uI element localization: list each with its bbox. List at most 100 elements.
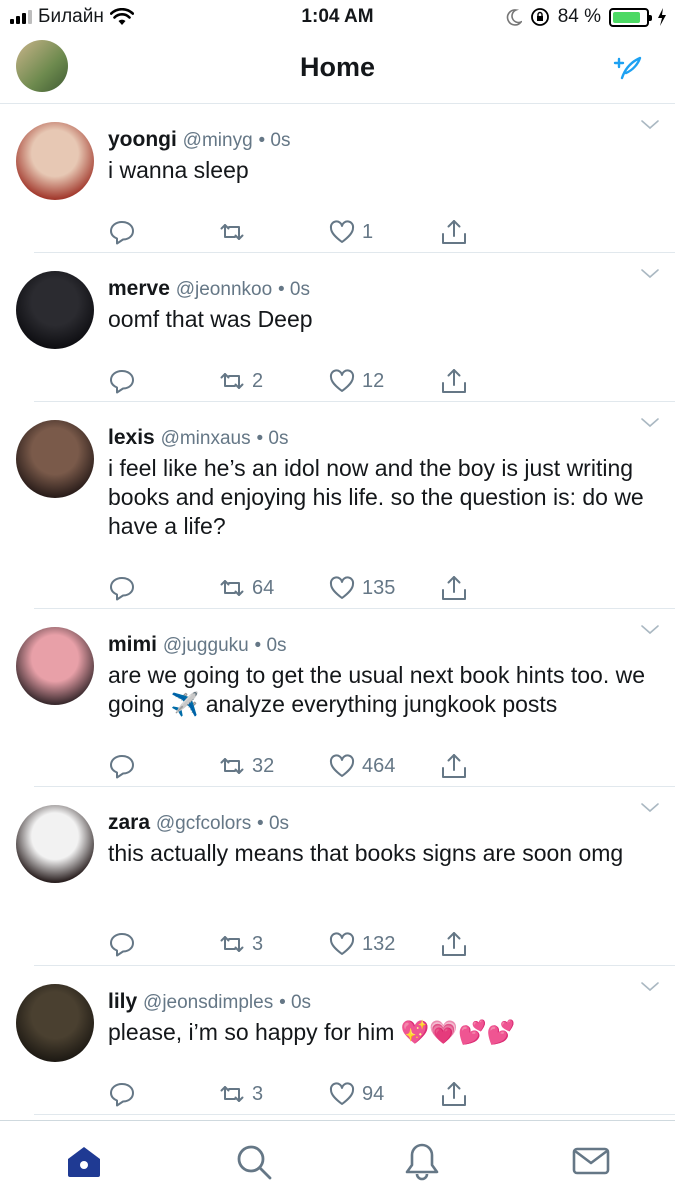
- tweet-author-handle[interactable]: @gcfcolors: [156, 813, 251, 834]
- retweet-button[interactable]: 3: [218, 930, 263, 958]
- retweet-icon: [220, 758, 244, 774]
- chevron-down-icon[interactable]: [641, 803, 659, 813]
- retweet-icon: [220, 936, 244, 952]
- tweet-author-name[interactable]: zara: [108, 811, 150, 834]
- notifications-icon[interactable]: [402, 1141, 442, 1181]
- reply-icon: [110, 370, 134, 394]
- tweet-card[interactable]: zara @gcfcolors • 0s this actually means …: [0, 787, 675, 966]
- chevron-down-icon[interactable]: [641, 418, 659, 428]
- like-count: 94: [362, 1082, 385, 1105]
- reply-button[interactable]: [108, 1080, 136, 1108]
- share-button[interactable]: [440, 367, 468, 395]
- tweet-author-handle[interactable]: @jeonsdimples: [143, 992, 273, 1013]
- share-icon: [442, 932, 466, 956]
- retweet-button[interactable]: 3: [218, 1080, 263, 1108]
- like-icon: [329, 576, 355, 599]
- tweet-avatar[interactable]: [16, 271, 94, 349]
- tweet-text: are we going to get the usual next book …: [108, 662, 646, 717]
- tweet-header: zara @gcfcolors • 0s: [108, 811, 289, 835]
- compose-icon[interactable]: [613, 52, 645, 84]
- tweet-actions: 2 12: [108, 367, 478, 397]
- tweet-author-handle[interactable]: @jugguku: [163, 635, 249, 656]
- tweet-timestamp: • 0s: [279, 992, 312, 1013]
- status-right: 84 %: [506, 6, 667, 28]
- like-button[interactable]: 464: [328, 752, 395, 780]
- reply-button[interactable]: [108, 218, 136, 246]
- chevron-down-icon[interactable]: [641, 120, 659, 130]
- tweet-timestamp: • 0s: [278, 279, 310, 300]
- tweet-author-name[interactable]: lexis: [108, 426, 155, 449]
- tweet-card[interactable]: mimi @jugguku • 0s are we going to get th…: [0, 609, 675, 787]
- home-icon[interactable]: [64, 1141, 104, 1181]
- like-icon: [329, 932, 355, 955]
- tweet-author-name[interactable]: lily: [108, 990, 137, 1013]
- retweet-count: 64: [252, 576, 275, 599]
- tweet-author-handle[interactable]: @minxaus: [161, 428, 251, 449]
- chevron-down-icon[interactable]: [641, 982, 659, 992]
- page-title: Home: [299, 52, 375, 82]
- retweet-button[interactable]: 32: [218, 752, 274, 780]
- charging-icon: [658, 8, 666, 26]
- tweet-header: merve @jeonnkoo • 0s: [108, 277, 310, 301]
- retweet-button[interactable]: 64: [218, 574, 274, 602]
- share-icon: [442, 754, 466, 778]
- tweet-actions: 3 132: [108, 930, 478, 960]
- tweet-card[interactable]: lily @jeonsdimples • 0s please, i’m so ha…: [0, 966, 675, 1115]
- tweet-card[interactable]: lexis @minxaus • 0s i feel like he’s an i…: [0, 402, 675, 609]
- like-count: 1: [362, 220, 374, 243]
- reply-button[interactable]: [108, 367, 136, 395]
- reply-button[interactable]: [108, 930, 136, 958]
- tweet-author-name[interactable]: merve: [108, 277, 170, 300]
- share-button[interactable]: [440, 752, 468, 780]
- retweet-icon: [220, 580, 244, 596]
- tweet-timestamp: • 0s: [258, 130, 291, 151]
- like-button[interactable]: 12: [328, 367, 384, 395]
- like-icon: [329, 220, 355, 243]
- reply-icon: [110, 1083, 134, 1107]
- like-button[interactable]: 94: [328, 1080, 384, 1108]
- battery-percent: 84 %: [557, 6, 601, 27]
- tweet-avatar[interactable]: [16, 984, 94, 1062]
- tweet-text: i feel like he’s an idol now and the boy…: [108, 455, 644, 539]
- like-icon: [329, 1082, 355, 1105]
- like-button[interactable]: 135: [328, 574, 395, 602]
- chevron-down-icon[interactable]: [641, 625, 659, 635]
- tweet-avatar[interactable]: [16, 122, 94, 200]
- chevron-down-icon[interactable]: [641, 269, 659, 279]
- share-icon: [442, 576, 466, 600]
- tweet-author-name[interactable]: yoongi: [108, 128, 177, 151]
- retweet-count: 32: [252, 754, 275, 777]
- retweet-count: 3: [252, 1082, 264, 1105]
- moon-icon: [506, 9, 522, 26]
- like-button[interactable]: 132: [328, 930, 395, 958]
- tweet-text: please, i’m so happy for him 💖💗💕💕: [108, 1019, 516, 1045]
- messages-icon[interactable]: [571, 1141, 611, 1181]
- search-icon[interactable]: [233, 1141, 273, 1181]
- share-button[interactable]: [440, 930, 468, 958]
- share-icon: [442, 220, 466, 244]
- retweet-icon: [220, 373, 244, 389]
- retweet-button[interactable]: [218, 218, 252, 246]
- share-icon: [442, 1082, 466, 1106]
- tweet-card[interactable]: merve @jeonnkoo • 0s oomf that was Deep 2 1…: [0, 253, 675, 402]
- retweet-count: 2: [252, 369, 264, 392]
- like-button[interactable]: 1: [328, 218, 373, 246]
- tweet-actions: 1: [108, 218, 478, 248]
- tweet-avatar[interactable]: [16, 805, 94, 883]
- reply-button[interactable]: [108, 752, 136, 780]
- share-button[interactable]: [440, 218, 468, 246]
- tweet-author-name[interactable]: mimi: [108, 633, 157, 656]
- bottom-tab-bar: [0, 1120, 675, 1200]
- tweet-timestamp: • 0s: [257, 813, 290, 834]
- tweet-author-handle[interactable]: @minyg: [183, 130, 253, 151]
- tweet-avatar[interactable]: [16, 420, 94, 498]
- tweet-card[interactable]: yoongi @minyg • 0s i wanna sleep 1: [0, 104, 675, 253]
- reply-button[interactable]: [108, 574, 136, 602]
- retweet-button[interactable]: 2: [218, 367, 263, 395]
- reply-icon: [110, 577, 134, 601]
- share-button[interactable]: [440, 1080, 468, 1108]
- tweet-author-handle[interactable]: @jeonnkoo: [176, 279, 272, 300]
- orientation-lock-icon: [530, 8, 549, 26]
- share-button[interactable]: [440, 574, 468, 602]
- tweet-avatar[interactable]: [16, 627, 94, 705]
